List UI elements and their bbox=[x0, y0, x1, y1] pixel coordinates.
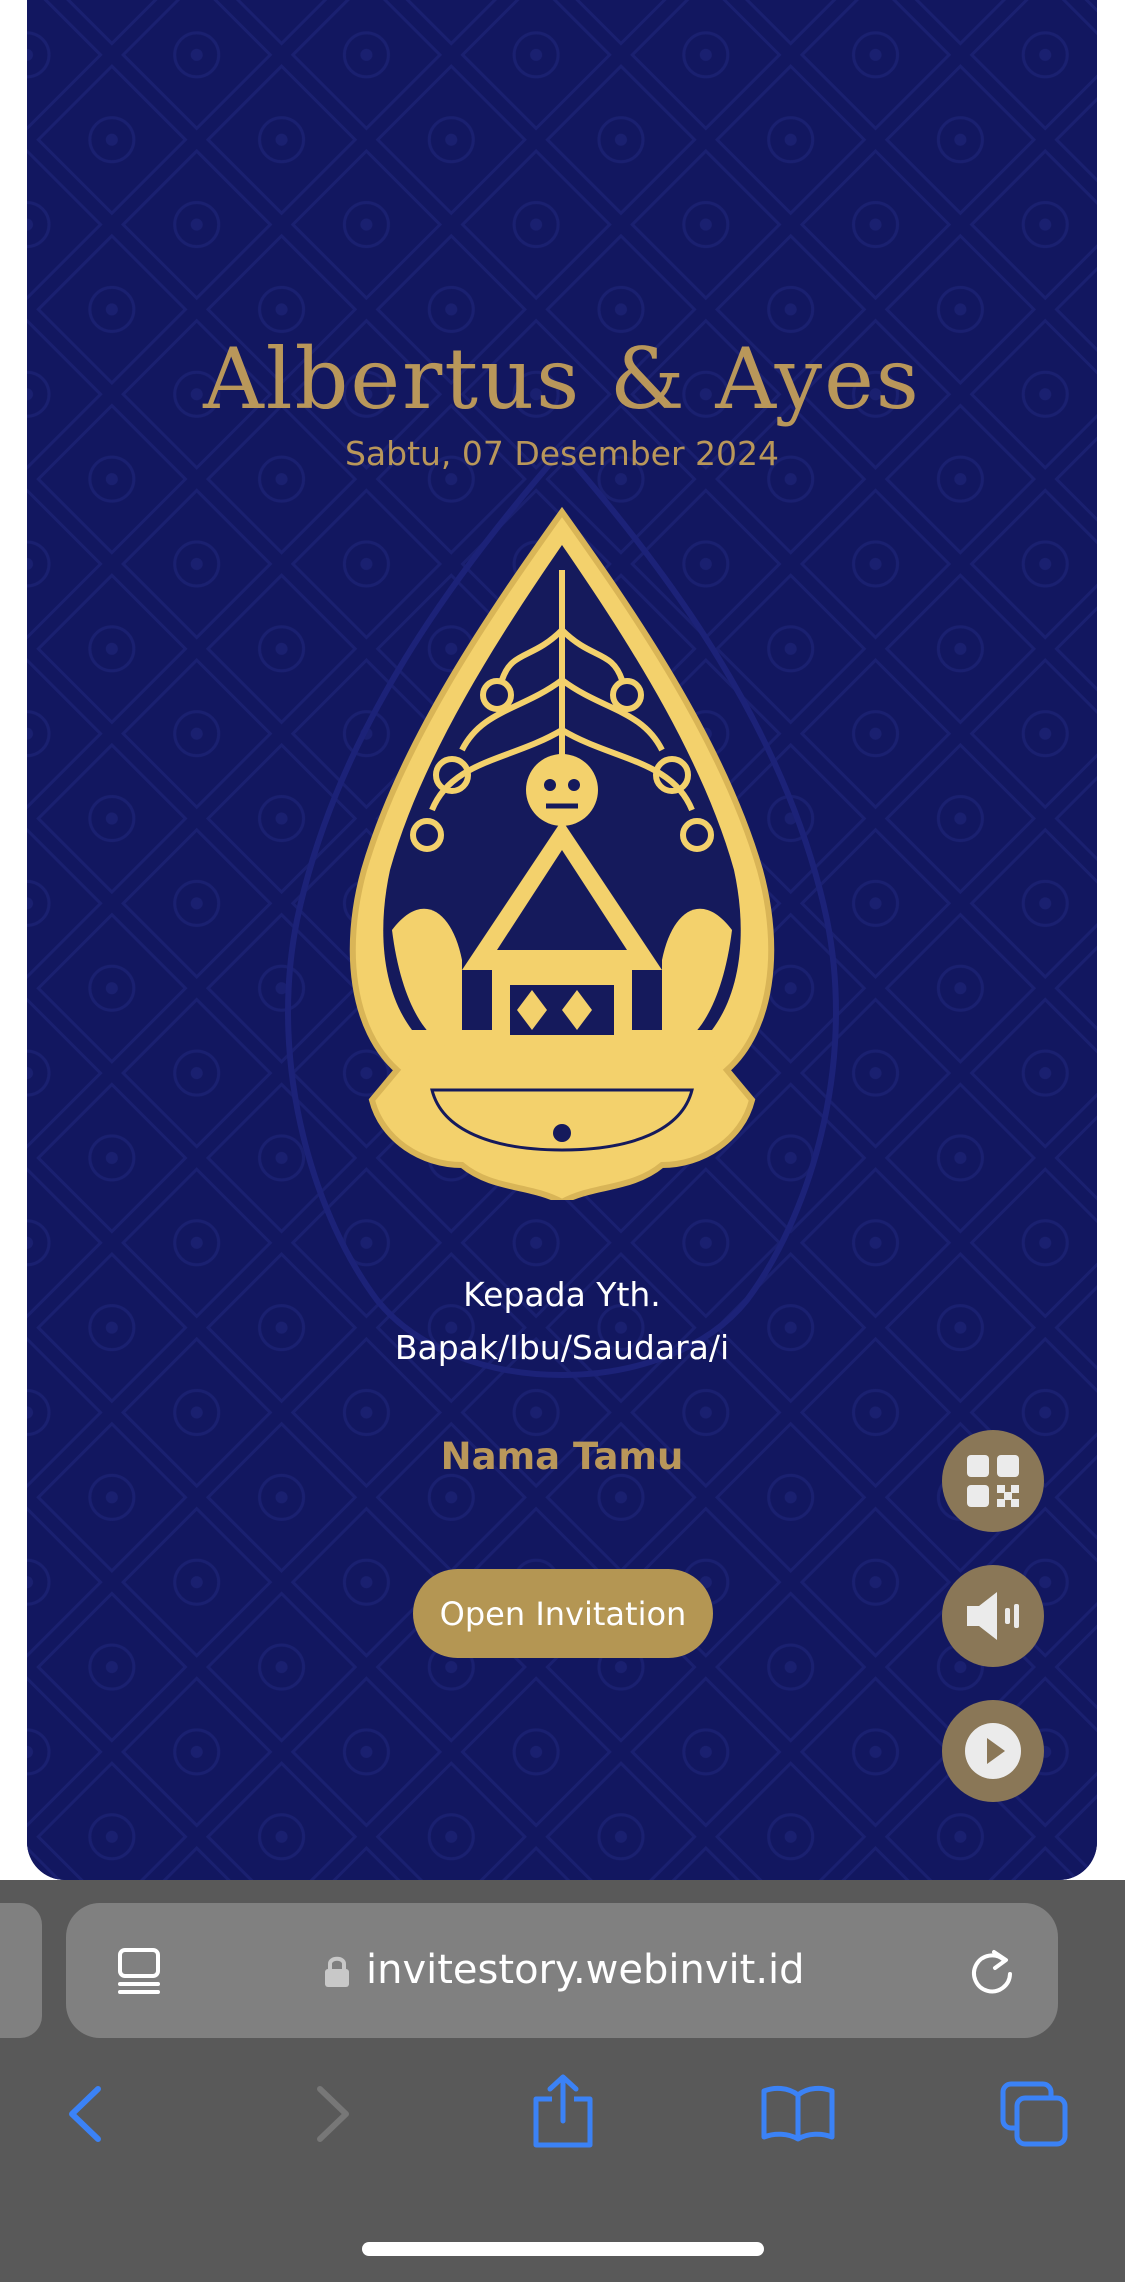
wedding-date: Sabtu, 07 Desember 2024 bbox=[344, 434, 780, 473]
greeting-line-2: Bapak/Ibu/Saudara/i bbox=[394, 1328, 730, 1367]
reload-icon[interactable] bbox=[966, 1946, 1018, 1998]
reader-icon[interactable] bbox=[116, 1946, 166, 2002]
play-icon bbox=[965, 1723, 1021, 1779]
invitation-card: Albertus & Ayes Sabtu, 07 Desember 2024 bbox=[27, 0, 1097, 1880]
gunungan-ornament bbox=[349, 506, 775, 1200]
guest-name: Nama Tamu bbox=[440, 1435, 684, 1478]
lock-icon bbox=[325, 1956, 349, 1987]
bookmarks-icon[interactable] bbox=[760, 2083, 836, 2143]
home-indicator bbox=[362, 2242, 764, 2256]
greeting-line-1: Kepada Yth. bbox=[463, 1275, 661, 1314]
tabs-icon[interactable] bbox=[999, 2080, 1069, 2148]
autoplay-button[interactable] bbox=[942, 1700, 1044, 1802]
couple-names: Albertus & Ayes bbox=[203, 330, 921, 428]
previous-tab-preview[interactable] bbox=[0, 1903, 42, 2038]
speaker-icon bbox=[967, 1592, 1019, 1640]
qr-code-icon bbox=[967, 1455, 1019, 1507]
sound-toggle-button[interactable] bbox=[942, 1565, 1044, 1667]
back-icon[interactable] bbox=[62, 2083, 110, 2145]
qr-code-button[interactable] bbox=[942, 1430, 1044, 1532]
url-text: invitestory.webinvit.id bbox=[366, 1947, 805, 1993]
forward-icon[interactable] bbox=[308, 2083, 356, 2145]
share-icon[interactable] bbox=[530, 2073, 596, 2149]
open-invitation-button[interactable]: Open Invitation bbox=[413, 1569, 713, 1658]
